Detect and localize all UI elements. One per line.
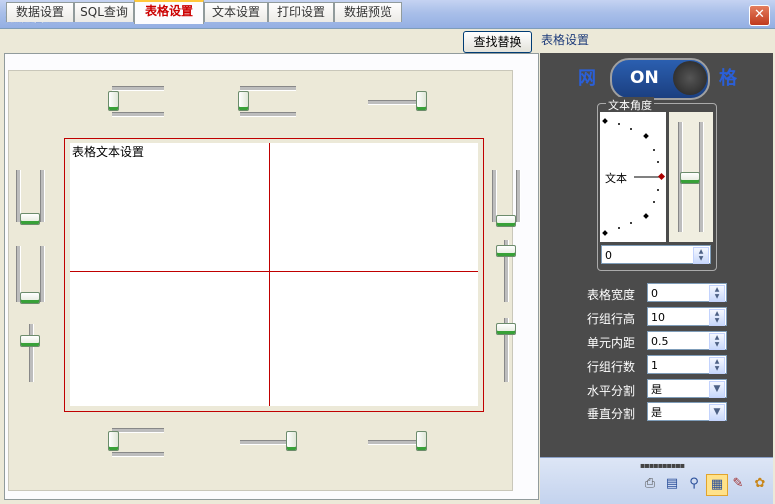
slider-thumb[interactable] <box>496 245 516 257</box>
slider-track <box>112 428 164 433</box>
slider-thumb[interactable] <box>496 323 516 335</box>
slider-track <box>40 246 45 302</box>
table-width-input[interactable]: 0 ▲ ▼ <box>647 283 727 302</box>
horizontal-split-value: 是 <box>651 383 662 396</box>
grid-toggle-switch[interactable]: ON <box>610 58 710 100</box>
row-group-height-value: 10 <box>651 311 665 324</box>
row-group-height-input[interactable]: 10 ▲ ▼ <box>647 307 727 326</box>
text-angle-slider[interactable] <box>669 112 713 242</box>
tab-table-settings[interactable]: 表格设置 <box>134 0 204 24</box>
table-horizontal-divider <box>70 271 478 272</box>
slider-thumb[interactable] <box>108 91 119 111</box>
slider-thumb[interactable] <box>680 172 700 184</box>
slider-thumb[interactable] <box>108 431 119 451</box>
angle-dial-label: 文本 <box>605 172 627 185</box>
tab-data-preview[interactable]: 数据预览 <box>334 2 402 22</box>
find-replace-button[interactable]: 查找替换 <box>463 31 532 53</box>
vertical-split-value: 是 <box>651 406 662 419</box>
cell-padding-label: 单元内距 <box>587 336 636 350</box>
table-width-value: 0 <box>651 287 658 300</box>
grid-label-right: 格 <box>719 68 737 89</box>
slider-track <box>112 112 164 117</box>
slider-thumb[interactable] <box>20 213 40 225</box>
slider-thumb[interactable] <box>20 292 40 304</box>
page-setup-icon[interactable]: ▤ <box>664 476 680 492</box>
spin-arrows-icon[interactable]: ▲ ▼ <box>709 333 725 350</box>
horizontal-split-select[interactable]: 是 ▼ <box>647 379 727 398</box>
chevron-down-icon[interactable]: ▼ <box>709 381 725 398</box>
toggle-knob[interactable] <box>673 61 707 95</box>
tab-print-settings[interactable]: 打印设置 <box>268 2 334 22</box>
cell-padding-input[interactable]: 0.5 ▲ ▼ <box>647 331 727 350</box>
settings-gear-icon[interactable]: ✿ <box>752 476 768 492</box>
slider-thumb[interactable] <box>238 91 249 111</box>
text-angle-value: 0 <box>605 249 612 262</box>
text-angle-input[interactable]: 0 ▲ ▼ <box>601 245 711 264</box>
spin-arrows-icon[interactable]: ▲ ▼ <box>709 309 725 326</box>
splitter-grip[interactable]: ▪▪▪▪▪▪▪▪▪▪ <box>640 461 685 470</box>
slider-track <box>516 170 521 222</box>
row-group-height-label: 行组行高 <box>587 312 636 326</box>
table-width-label: 表格宽度 <box>587 288 636 302</box>
slider-thumb[interactable] <box>286 431 297 451</box>
slider-thumb[interactable] <box>416 431 427 451</box>
slider-track <box>240 112 296 117</box>
row-group-count-label: 行组行数 <box>587 360 636 374</box>
tab-data-settings[interactable]: 数据设置 <box>6 2 74 22</box>
tab-sql-query[interactable]: SQL查询 <box>74 2 134 22</box>
slider-track <box>40 170 45 222</box>
slider-track <box>112 452 164 457</box>
slider-track <box>29 324 34 382</box>
vertical-split-select[interactable]: 是 ▼ <box>647 402 727 421</box>
slider-thumb[interactable] <box>496 215 516 227</box>
vertical-split-label: 垂直分割 <box>587 407 636 421</box>
spin-arrows-icon[interactable]: ▲ ▼ <box>709 285 725 302</box>
tab-text-settings[interactable]: 文本设置 <box>204 2 268 22</box>
right-panel-title: 表格设置 <box>541 33 590 47</box>
table-border-top <box>64 138 484 139</box>
grid-label-left: 网 <box>578 68 596 89</box>
table-vertical-divider <box>269 143 270 406</box>
close-button[interactable]: ✕ <box>749 5 770 26</box>
text-angle-dial[interactable]: 文本 <box>600 112 666 242</box>
chevron-down-icon[interactable]: ▼ <box>709 404 725 421</box>
row-group-count-value: 1 <box>651 359 658 372</box>
clipboard-icon[interactable]: ✎ <box>730 476 746 492</box>
table-border-left <box>64 138 65 412</box>
slider-thumb[interactable] <box>416 91 427 111</box>
slider-track <box>240 86 296 91</box>
table-body[interactable] <box>70 143 478 406</box>
text-angle-legend: 文本角度 <box>606 97 654 113</box>
row-group-count-input[interactable]: 1 ▲ ▼ <box>647 355 727 374</box>
table-border-right <box>483 138 484 412</box>
printer-icon[interactable]: ⎙ <box>642 476 658 492</box>
toggle-state-label: ON <box>630 68 659 88</box>
slider-thumb[interactable] <box>20 335 40 347</box>
horizontal-split-label: 水平分割 <box>587 384 636 398</box>
table-grid-icon[interactable]: ▦ <box>706 474 728 496</box>
table-cell-text: 表格文本设置 <box>72 145 145 159</box>
spin-arrows-icon[interactable]: ▲ ▼ <box>709 357 725 374</box>
table-border-bottom <box>64 411 484 412</box>
preview-zoom-icon[interactable]: ⚲ <box>686 476 702 492</box>
cell-padding-value: 0.5 <box>651 335 669 348</box>
spin-arrows-icon[interactable]: ▲ ▼ <box>693 247 709 264</box>
slider-track <box>112 86 164 91</box>
